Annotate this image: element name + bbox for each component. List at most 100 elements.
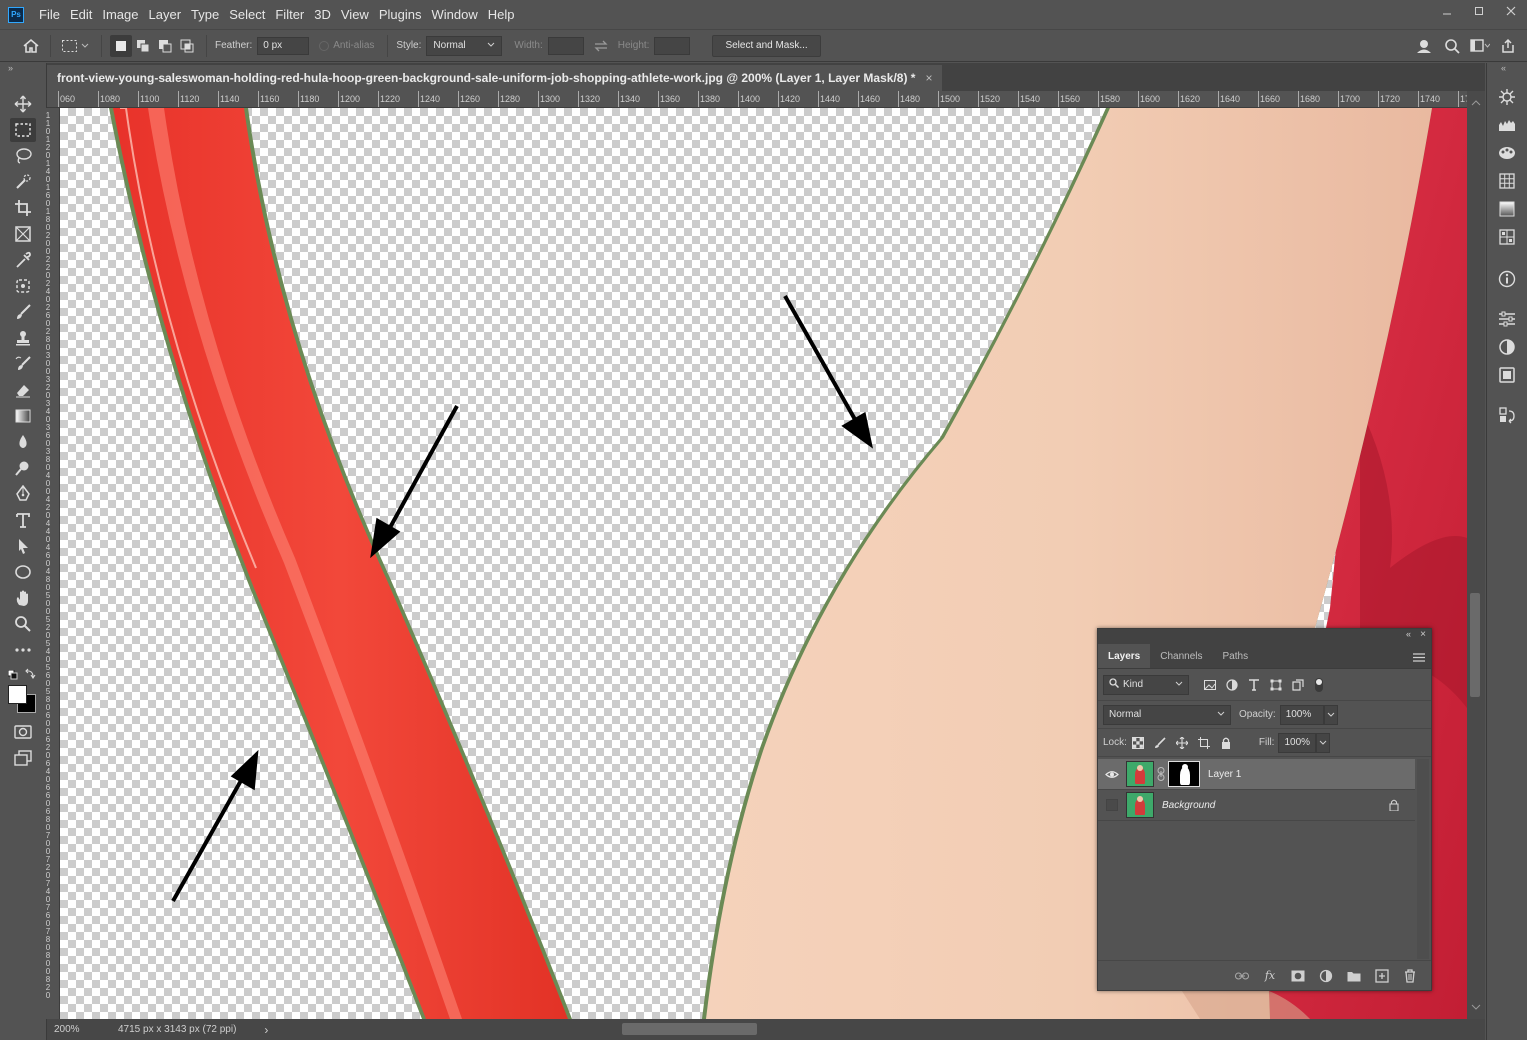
user-icon[interactable] (1413, 35, 1435, 57)
color-wheel-icon[interactable] (1493, 85, 1521, 109)
menu-help[interactable]: Help (483, 0, 520, 29)
crop-tool-icon[interactable] (10, 196, 36, 220)
select-and-mask-button[interactable]: Select and Mask... (712, 34, 821, 57)
eraser-tool-icon[interactable] (10, 378, 36, 402)
search-icon[interactable] (1441, 35, 1463, 57)
menu-layer[interactable]: Layer (144, 0, 187, 29)
foreground-color-swatch[interactable] (8, 685, 27, 704)
default-colors-icon[interactable] (7, 669, 18, 683)
subtract-selection-icon[interactable] (154, 35, 176, 57)
folder-icon[interactable] (1343, 966, 1365, 986)
filter-shape-icon[interactable] (1265, 675, 1287, 695)
scroll-down-icon[interactable] (1471, 999, 1481, 1013)
history-icon[interactable] (1493, 403, 1521, 427)
menu-type[interactable]: Type (186, 0, 224, 29)
brush-tool-icon[interactable] (10, 300, 36, 324)
visibility-toggle-empty[interactable] (1098, 799, 1126, 811)
swap-icon[interactable] (590, 35, 612, 57)
filter-toggle-icon[interactable] (1315, 677, 1323, 692)
swatches-palette-icon[interactable] (1493, 141, 1521, 165)
height-input[interactable] (654, 36, 691, 55)
workspace-icon[interactable] (1469, 35, 1491, 57)
zoom-tool-icon[interactable] (10, 612, 36, 636)
gradients-icon[interactable] (1493, 197, 1521, 221)
filter-pixel-icon[interactable] (1199, 675, 1221, 695)
close-panel-icon[interactable]: × (1420, 629, 1426, 640)
lock-all-icon[interactable] (1215, 733, 1237, 753)
collapse-panel-icon[interactable]: « (1406, 629, 1411, 639)
history-brush-tool-icon[interactable] (10, 352, 36, 376)
maximize-icon[interactable] (1463, 0, 1495, 22)
width-input[interactable] (547, 36, 584, 55)
menu-plugins[interactable]: Plugins (374, 0, 427, 29)
tab-layers[interactable]: Layers (1098, 644, 1151, 668)
pen-tool-icon[interactable] (10, 482, 36, 506)
lock-position-icon[interactable] (1171, 733, 1193, 753)
grid-swatches-icon[interactable] (1493, 169, 1521, 193)
marquee-tool-icon[interactable] (10, 118, 36, 142)
zoom-level[interactable]: 200% (54, 1024, 106, 1035)
mask-icon[interactable] (1287, 966, 1309, 986)
more-tools-icon[interactable] (10, 638, 36, 662)
horizontal-scrollbar[interactable] (282, 1019, 1462, 1040)
opacity-dropdown-icon[interactable] (1323, 704, 1338, 725)
properties-icon[interactable] (1493, 307, 1521, 331)
add-selection-icon[interactable] (132, 35, 154, 57)
blend-mode-select[interactable]: Normal (1103, 704, 1231, 725)
histogram-icon[interactable] (1493, 113, 1521, 137)
path-selection-tool-icon[interactable] (10, 534, 36, 558)
eyedropper-tool-icon[interactable] (10, 248, 36, 272)
link-icon[interactable] (1231, 966, 1253, 986)
intersect-selection-icon[interactable] (176, 35, 198, 57)
home-icon[interactable] (20, 35, 42, 57)
lock-transparent-icon[interactable] (1127, 733, 1149, 753)
adjustment-icon[interactable] (1315, 966, 1337, 986)
mask-link-icon[interactable] (1154, 767, 1168, 781)
scroll-up-icon[interactable] (1471, 95, 1481, 109)
filter-kind-select[interactable]: Kind (1103, 674, 1189, 695)
menu-image[interactable]: Image (97, 0, 143, 29)
fill-dropdown-icon[interactable] (1316, 732, 1331, 753)
layers-scrollbar[interactable] (1417, 759, 1429, 959)
dodge-tool-icon[interactable] (10, 456, 36, 480)
new-selection-icon[interactable] (110, 34, 132, 57)
menu-filter[interactable]: Filter (270, 0, 309, 29)
healing-brush-tool-icon[interactable] (10, 274, 36, 298)
quick-selection-tool-icon[interactable] (10, 170, 36, 194)
filter-smart-object-icon[interactable] (1287, 675, 1309, 695)
visibility-eye-icon[interactable] (1098, 770, 1126, 779)
fx-icon[interactable]: fx (1259, 966, 1281, 986)
type-tool-icon[interactable] (10, 508, 36, 532)
quick-mask-icon[interactable] (10, 720, 36, 744)
marquee-preset-icon[interactable] (59, 35, 93, 57)
filter-type-icon[interactable] (1243, 675, 1265, 695)
layer-row-background[interactable]: Background (1098, 790, 1415, 821)
info-icon[interactable] (1493, 267, 1521, 291)
lock-artboard-icon[interactable] (1193, 733, 1215, 753)
filter-adjustment-icon[interactable] (1221, 675, 1243, 695)
gradient-tool-icon[interactable] (10, 404, 36, 428)
share-icon[interactable] (1497, 35, 1519, 57)
status-menu-arrow[interactable]: › (264, 1023, 268, 1037)
close-icon[interactable] (1495, 0, 1527, 22)
fill-input[interactable]: 100% (1278, 732, 1317, 753)
layer-row-layer-1[interactable]: Layer 1 (1098, 759, 1415, 790)
opacity-input[interactable]: 100% (1279, 704, 1324, 725)
feather-input[interactable]: 0 px (257, 36, 310, 55)
menu-window[interactable]: Window (426, 0, 482, 29)
menu-3d[interactable]: 3D (309, 0, 336, 29)
style-select[interactable]: Normal (426, 35, 503, 56)
menu-view[interactable]: View (336, 0, 374, 29)
horizontal-scroll-thumb[interactable] (622, 1023, 757, 1035)
ellipse-tool-icon[interactable] (10, 560, 36, 584)
lock-pixels-icon[interactable] (1149, 733, 1171, 753)
libraries-icon[interactable] (1493, 363, 1521, 387)
tab-channels[interactable]: Channels (1150, 644, 1212, 668)
close-tab-icon[interactable]: × (925, 71, 932, 85)
document-tab[interactable]: front-view-young-saleswoman-holding-red-… (47, 65, 943, 91)
collapse-dock-icon[interactable]: « (1501, 63, 1506, 73)
move-tool-icon[interactable] (10, 92, 36, 116)
hand-tool-icon[interactable] (10, 586, 36, 610)
new-layer-icon[interactable] (1371, 966, 1393, 986)
adjustments-icon[interactable] (1493, 335, 1521, 359)
